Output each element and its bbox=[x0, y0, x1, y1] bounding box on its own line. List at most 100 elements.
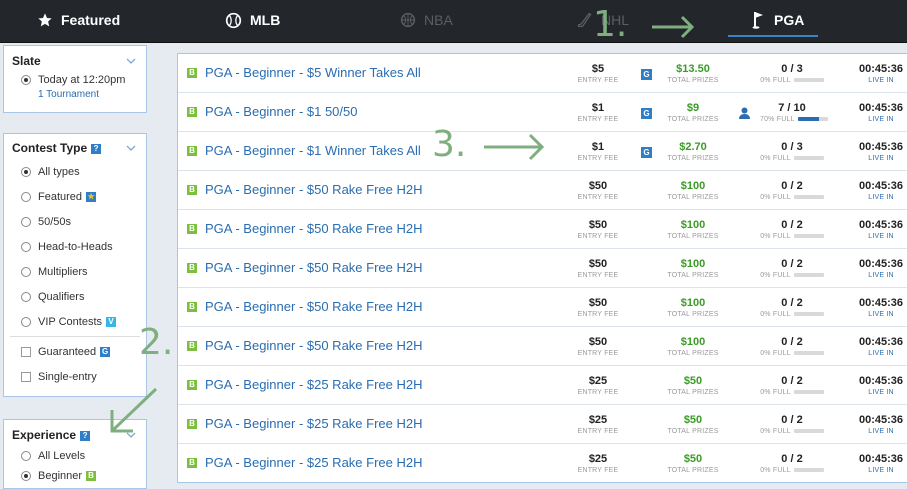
option-label: Multipliers bbox=[38, 265, 88, 278]
radio-button[interactable] bbox=[21, 241, 31, 252]
radio-button[interactable] bbox=[21, 316, 31, 327]
radio-button[interactable] bbox=[21, 166, 31, 177]
divider bbox=[10, 336, 140, 337]
radio-button[interactable] bbox=[21, 75, 31, 85]
beginner-icon: B bbox=[187, 263, 197, 273]
contest-row[interactable]: B PGA - Beginner - $50 Rake Free H2H $50 EN… bbox=[178, 210, 907, 249]
live-in: 00:45:36 LIVE IN bbox=[852, 336, 907, 358]
prize-value: $50 bbox=[683, 375, 703, 387]
prize-label: TOTAL PRIZES bbox=[667, 311, 719, 318]
live-in: 00:45:36 LIVE IN bbox=[852, 258, 907, 280]
contest-row[interactable]: B PGA - Beginner - $25 Rake Free H2H $25 EN… bbox=[178, 444, 907, 482]
total-prizes: $9 TOTAL PRIZES bbox=[662, 102, 724, 124]
contest-type-multipliers[interactable]: Multipliers bbox=[4, 259, 146, 284]
beginner-icon: B bbox=[187, 146, 197, 156]
fill-percent: 0% FULL bbox=[760, 155, 791, 162]
contest-row[interactable]: B PGA - Beginner - $50 Rake Free H2H $50 EN… bbox=[178, 288, 907, 327]
prize-value: $100 bbox=[680, 297, 706, 309]
contest-name-link[interactable]: PGA - Beginner - $50 Rake Free H2H bbox=[205, 260, 423, 275]
contest-type-title: Contest Type bbox=[12, 141, 88, 155]
entries: 0 / 2 0% FULL bbox=[760, 219, 824, 241]
contest-name-link[interactable]: PGA - Beginner - $50 Rake Free H2H bbox=[205, 338, 423, 353]
entries: 0 / 3 0% FULL bbox=[760, 63, 824, 85]
help-icon[interactable]: ? bbox=[91, 143, 102, 154]
chevron-down-icon[interactable] bbox=[126, 58, 136, 64]
live-in: 00:45:36 LIVE IN bbox=[852, 297, 907, 319]
entry-fee: $1 ENTRY FEE bbox=[572, 102, 624, 124]
contest-type-5050[interactable]: 50/50s bbox=[4, 209, 146, 234]
tab-pga[interactable]: PGA bbox=[752, 0, 804, 40]
total-prizes: $100 TOTAL PRIZES bbox=[662, 297, 724, 319]
contest-row[interactable]: B PGA - Beginner - $1 50/50 $1 ENTRY FEE G $9… bbox=[178, 93, 907, 132]
fill-progress-bar bbox=[793, 312, 824, 317]
chevron-down-icon[interactable] bbox=[126, 145, 136, 151]
entry-fee-label: ENTRY FEE bbox=[577, 233, 619, 240]
contest-name-link[interactable]: PGA - Beginner - $25 Rake Free H2H bbox=[205, 377, 423, 392]
contest-type-all[interactable]: All types bbox=[4, 159, 146, 184]
total-prizes: $100 TOTAL PRIZES bbox=[662, 336, 724, 358]
help-icon[interactable]: ? bbox=[80, 430, 91, 441]
contest-type-h2h[interactable]: Head-to-Heads bbox=[4, 234, 146, 259]
tab-nhl[interactable]: NHL bbox=[577, 0, 629, 40]
contest-name-link[interactable]: PGA - Beginner - $1 Winner Takes All bbox=[205, 143, 421, 158]
contest-name-link[interactable]: PGA - Beginner - $5 Winner Takes All bbox=[205, 65, 421, 80]
contest-row[interactable]: B PGA - Beginner - $25 Rake Free H2H $25 EN… bbox=[178, 405, 907, 444]
slate-header[interactable]: Slate bbox=[4, 50, 146, 72]
entries: 0 / 2 0% FULL bbox=[760, 453, 824, 475]
entry-fee-label: ENTRY FEE bbox=[577, 272, 619, 279]
guaranteed-icon: G bbox=[641, 69, 652, 80]
checkbox[interactable] bbox=[21, 371, 31, 382]
radio-button[interactable] bbox=[21, 266, 31, 277]
contest-name-link[interactable]: PGA - Beginner - $25 Rake Free H2H bbox=[205, 455, 423, 470]
beginner-icon: B bbox=[187, 185, 197, 195]
checkbox[interactable] bbox=[21, 346, 31, 357]
contest-name-link[interactable]: PGA - Beginner - $50 Rake Free H2H bbox=[205, 299, 423, 314]
experience-all-levels[interactable]: All Levels bbox=[4, 446, 146, 466]
contest-row[interactable]: B PGA - Beginner - $25 Rake Free H2H $25 EN… bbox=[178, 366, 907, 405]
radio-button[interactable] bbox=[21, 216, 31, 227]
slate-option-today[interactable]: Today at 12:20pm bbox=[4, 72, 146, 88]
live-in-label: LIVE IN bbox=[868, 350, 894, 357]
guaranteed-checkbox-row[interactable]: Guaranteed G bbox=[4, 339, 146, 364]
experience-beginner[interactable]: Beginner B bbox=[4, 466, 146, 486]
option-label: Head-to-Heads bbox=[38, 240, 113, 253]
entry-fee: $25 ENTRY FEE bbox=[572, 375, 624, 397]
star-icon bbox=[38, 13, 52, 27]
entries-value: 0 / 2 bbox=[781, 258, 803, 270]
contest-row[interactable]: B PGA - Beginner - $50 Rake Free H2H $50 EN… bbox=[178, 327, 907, 366]
tab-featured[interactable]: Featured bbox=[37, 0, 120, 40]
radio-button[interactable] bbox=[21, 291, 31, 302]
tab-mlb[interactable]: MLB bbox=[225, 0, 280, 40]
contest-name-link[interactable]: PGA - Beginner - $50 Rake Free H2H bbox=[205, 221, 423, 236]
contest-type-featured[interactable]: Featured ★ bbox=[4, 184, 146, 209]
radio-button[interactable] bbox=[21, 191, 31, 202]
contest-name-link[interactable]: PGA - Beginner - $25 Rake Free H2H bbox=[205, 416, 423, 431]
guaranteed-icon: G bbox=[641, 147, 652, 158]
contest-type-qualifiers[interactable]: Qualifiers bbox=[4, 284, 146, 309]
contest-row[interactable]: B PGA - Beginner - $50 Rake Free H2H $50 EN… bbox=[178, 249, 907, 288]
entry-fee-value: $50 bbox=[588, 219, 608, 231]
contest-type-header[interactable]: Contest Type? bbox=[4, 137, 146, 159]
prize-value: $9 bbox=[686, 102, 700, 114]
tab-label: NBA bbox=[424, 12, 453, 28]
live-in-label: LIVE IN bbox=[868, 311, 894, 318]
contest-name-link[interactable]: PGA - Beginner - $50 Rake Free H2H bbox=[205, 182, 423, 197]
tab-nba[interactable]: NBA bbox=[400, 0, 453, 40]
beginner-icon: B bbox=[187, 224, 197, 234]
annotation-arrow-right-icon bbox=[484, 133, 545, 161]
contest-row[interactable]: B PGA - Beginner - $5 Winner Takes All $5 E… bbox=[178, 54, 907, 93]
contest-name-link[interactable]: PGA - Beginner - $1 50/50 bbox=[205, 104, 357, 119]
contest-type-vip[interactable]: VIP Contests V bbox=[4, 309, 146, 334]
contest-row[interactable]: B PGA - Beginner - $50 Rake Free H2H $50 EN… bbox=[178, 171, 907, 210]
entry-fee: $5 ENTRY FEE bbox=[572, 63, 624, 85]
fill-percent: 70% FULL bbox=[760, 116, 795, 123]
entry-fee-value: $5 bbox=[591, 63, 605, 75]
live-in-label: LIVE IN bbox=[868, 389, 894, 396]
countdown: 00:45:36 bbox=[858, 453, 904, 465]
entry-fee: $50 ENTRY FEE bbox=[572, 180, 624, 202]
slate-tournament-count[interactable]: 1 Tournament bbox=[4, 89, 146, 100]
entry-fee-value: $25 bbox=[588, 375, 608, 387]
entries: 0 / 3 0% FULL bbox=[760, 141, 824, 163]
radio-button[interactable] bbox=[21, 451, 31, 461]
contest-type-panel: Contest Type? All types Featured ★ 50/50… bbox=[3, 133, 147, 397]
